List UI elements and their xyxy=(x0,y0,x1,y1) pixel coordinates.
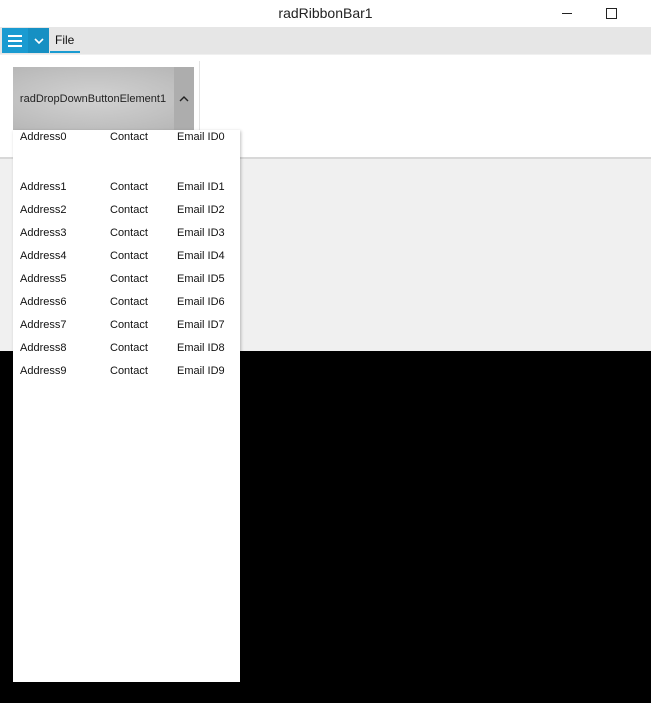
list-item[interactable]: Address2 Contact Email ID2 xyxy=(13,203,240,223)
hamburger-menu-icon[interactable] xyxy=(2,28,28,53)
email-cell: Email ID0 xyxy=(177,131,225,143)
list-item[interactable]: Address4 Contact Email ID4 xyxy=(13,249,240,269)
address-cell: Address0 xyxy=(20,131,67,143)
ribbon-tab-strip xyxy=(0,27,651,54)
address-cell: Address7 xyxy=(20,319,67,331)
email-cell: Email ID9 xyxy=(177,365,225,377)
email-cell: Email ID6 xyxy=(177,296,225,308)
email-cell: Email ID8 xyxy=(177,342,225,354)
contact-cell: Contact xyxy=(110,319,148,331)
address-cell: Address1 xyxy=(20,181,67,193)
contact-cell: Contact xyxy=(110,365,148,377)
address-cell: Address6 xyxy=(20,296,67,308)
email-cell: Email ID4 xyxy=(177,250,225,262)
chevron-down-icon[interactable] xyxy=(28,28,49,53)
address-cell: Address3 xyxy=(20,227,67,239)
address-cell: Address5 xyxy=(20,273,67,285)
list-item[interactable]: Address3 Contact Email ID3 xyxy=(13,226,240,246)
list-item[interactable]: Address1 Contact Email ID1 xyxy=(13,180,240,200)
list-item[interactable]: Address8 Contact Email ID8 xyxy=(13,341,240,361)
email-cell: Email ID2 xyxy=(177,204,225,216)
address-cell: Address8 xyxy=(20,342,67,354)
email-cell: Email ID1 xyxy=(177,181,225,193)
contact-cell: Contact xyxy=(110,181,148,193)
address-cell: Address2 xyxy=(20,204,67,216)
dropdown-popup: Address0 Contact Email ID0 Address1 Cont… xyxy=(13,130,240,682)
email-cell: Email ID5 xyxy=(177,273,225,285)
dropdown-button-label: radDropDownButtonElement1 xyxy=(19,92,167,105)
list-item[interactable]: Address5 Contact Email ID5 xyxy=(13,272,240,292)
dropdown-arrow-button[interactable] xyxy=(174,67,194,130)
maximize-button[interactable] xyxy=(588,0,634,27)
title-bar: radRibbonBar1 xyxy=(0,0,651,27)
minimize-button[interactable] xyxy=(544,0,590,27)
address-cell: Address4 xyxy=(20,250,67,262)
tab-file[interactable]: File xyxy=(50,28,80,53)
contact-cell: Contact xyxy=(110,296,148,308)
email-cell: Email ID7 xyxy=(177,319,225,331)
maximize-icon xyxy=(605,8,617,19)
application-menu-button[interactable] xyxy=(2,28,49,53)
list-item[interactable]: Address6 Contact Email ID6 xyxy=(13,295,240,315)
contact-cell: Contact xyxy=(110,342,148,354)
contact-cell: Contact xyxy=(110,131,148,143)
contact-cell: Contact xyxy=(110,250,148,262)
address-cell: Address9 xyxy=(20,365,67,377)
minimize-icon xyxy=(562,13,572,14)
contact-cell: Contact xyxy=(110,204,148,216)
dropdown-button[interactable]: radDropDownButtonElement1 xyxy=(13,67,194,130)
list-item[interactable]: Address0 Contact Email ID0 xyxy=(13,130,240,150)
contact-cell: Contact xyxy=(110,227,148,239)
chevron-up-icon xyxy=(179,95,189,101)
list-item[interactable]: Address9 Contact Email ID9 xyxy=(13,364,240,384)
list-item[interactable]: Address7 Contact Email ID7 xyxy=(13,318,240,338)
contact-cell: Contact xyxy=(110,273,148,285)
email-cell: Email ID3 xyxy=(177,227,225,239)
